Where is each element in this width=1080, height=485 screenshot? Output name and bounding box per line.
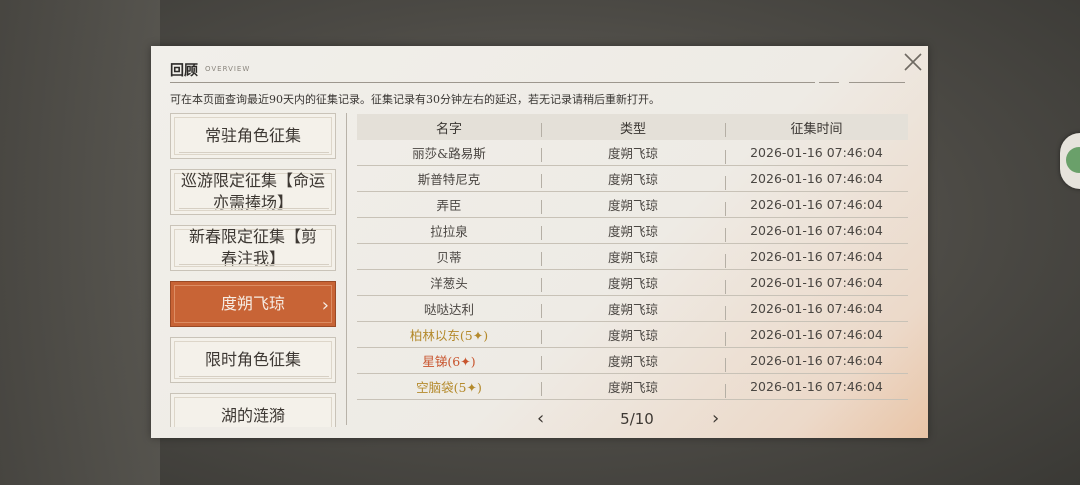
next-page-button[interactable]: ›: [712, 408, 719, 429]
category-item-standard[interactable]: 常驻角色征集: [170, 113, 336, 159]
row-name: 柏林以东(5✦): [409, 328, 489, 343]
column-header-name: 名字: [435, 121, 462, 137]
row-name: 贝蒂: [436, 250, 462, 265]
table-row: 弄臣 度朔飞琼 2026-01-16 07:46:04: [357, 192, 908, 218]
column-header-type: 类型: [541, 118, 725, 137]
title-divider-right: [849, 82, 905, 83]
title-divider: [170, 82, 815, 83]
row-time: 2026-01-16 07:46:04: [725, 301, 908, 320]
row-time: 2026-01-16 07:46:04: [725, 327, 908, 346]
category-label: 湖的涟漪: [220, 406, 285, 425]
table-row: 柏林以东(5✦) 度朔飞琼 2026-01-16 07:46:04: [357, 322, 908, 348]
prev-page-button[interactable]: ‹: [537, 408, 544, 429]
row-name: 斯普特尼克: [417, 172, 481, 187]
category-deco: [179, 152, 329, 153]
row-name: 空脑袋(5✦): [416, 380, 482, 395]
table-row: 星锑(6✦) 度朔飞琼 2026-01-16 07:46:04: [357, 348, 908, 374]
description-text: 可在本页面查询最近90天内的征集记录。征集记录有30分钟左右的延迟，若无记录请稍…: [170, 93, 660, 106]
row-time: 2026-01-16 07:46:04: [725, 249, 908, 268]
table-row: 哒哒达利 度朔飞琼 2026-01-16 07:46:04: [357, 296, 908, 322]
row-type: 度朔飞琼: [541, 377, 725, 396]
row-type: 度朔飞琼: [541, 247, 725, 266]
row-time: 2026-01-16 07:46:04: [725, 171, 908, 190]
row-type: 度朔飞琼: [541, 221, 725, 240]
modal-title-sub: OVERVIEW: [205, 65, 251, 73]
row-type: 度朔飞琼: [541, 195, 725, 214]
row-time: 2026-01-16 07:46:04: [725, 197, 908, 216]
category-label: 限时角色征集: [204, 350, 301, 369]
category-item-duoshuo[interactable]: 度朔飞琼 ›: [170, 281, 336, 327]
category-deco: [179, 264, 329, 265]
category-deco: [179, 376, 329, 377]
row-time: 2026-01-16 07:46:04: [725, 145, 908, 164]
page-indicator: 5/10: [620, 410, 654, 428]
title-divider-short: [819, 82, 839, 83]
row-time: 2026-01-16 07:46:04: [725, 353, 908, 372]
table-row: 洋葱头 度朔飞琼 2026-01-16 07:46:04: [357, 270, 908, 296]
row-name: 拉拉泉: [430, 224, 468, 239]
table-row: 斯普特尼克 度朔飞琼 2026-01-16 07:46:04: [357, 166, 908, 192]
row-name: 哒哒达利: [423, 302, 474, 317]
chevron-right-icon: ›: [321, 295, 329, 316]
row-name: 丽莎&路易斯: [412, 146, 486, 161]
table-header: 名字 类型 征集时间: [357, 114, 908, 140]
row-name: 星锑(6✦): [422, 354, 476, 369]
close-icon[interactable]: [901, 50, 925, 74]
table-body: 丽莎&路易斯 度朔飞琼 2026-01-16 07:46:04 斯普特尼克 度朔飞琼 20…: [357, 140, 908, 400]
row-type: 度朔飞琼: [541, 351, 725, 370]
category-item-limited-character[interactable]: 限时角色征集: [170, 337, 336, 383]
records-table: 名字 类型 征集时间 丽莎&路易斯 度朔飞琼 2026-01-16 07:46:04…: [357, 114, 908, 400]
column-header-time: 征集时间: [725, 118, 908, 137]
category-item-tour-limited[interactable]: 巡游限定征集【命运亦需捧场】: [170, 169, 336, 215]
category-item-lake-ripple[interactable]: 湖的涟漪: [170, 393, 336, 427]
category-label: 度朔飞琼: [220, 294, 285, 313]
category-list: 常驻角色征集 巡游限定征集【命运亦需捧场】 新春限定征集【剪春注我】 度朔飞琼 ›…: [170, 113, 336, 427]
row-type: 度朔飞琼: [541, 143, 725, 162]
row-time: 2026-01-16 07:46:04: [725, 275, 908, 294]
row-name: 洋葱头: [430, 276, 468, 291]
row-time: 2026-01-16 07:46:04: [725, 379, 908, 398]
background-left: [0, 0, 160, 485]
category-item-spring-limited[interactable]: 新春限定征集【剪春注我】: [170, 225, 336, 271]
floating-assist-widget[interactable]: [1060, 133, 1080, 189]
row-type: 度朔飞琼: [541, 169, 725, 188]
row-type: 度朔飞琼: [541, 299, 725, 318]
vertical-divider: [346, 113, 347, 425]
history-modal: 回顾 OVERVIEW 可在本页面查询最近90天内的征集记录。征集记录有30分钟…: [151, 46, 928, 438]
row-type: 度朔飞琼: [541, 273, 725, 292]
table-row: 拉拉泉 度朔飞琼 2026-01-16 07:46:04: [357, 218, 908, 244]
row-type: 度朔飞琼: [541, 325, 725, 344]
category-deco: [179, 208, 329, 209]
table-row: 丽莎&路易斯 度朔飞琼 2026-01-16 07:46:04: [357, 140, 908, 166]
table-row: 贝蒂 度朔飞琼 2026-01-16 07:46:04: [357, 244, 908, 270]
table-row: 空脑袋(5✦) 度朔飞琼 2026-01-16 07:46:04: [357, 374, 908, 400]
modal-title: 回顾: [170, 63, 198, 79]
row-name: 弄臣: [436, 198, 462, 213]
assist-icon: [1066, 147, 1080, 173]
pagination: ‹ 5/10 ›: [357, 406, 908, 434]
row-time: 2026-01-16 07:46:04: [725, 223, 908, 242]
category-label: 常驻角色征集: [204, 126, 301, 145]
